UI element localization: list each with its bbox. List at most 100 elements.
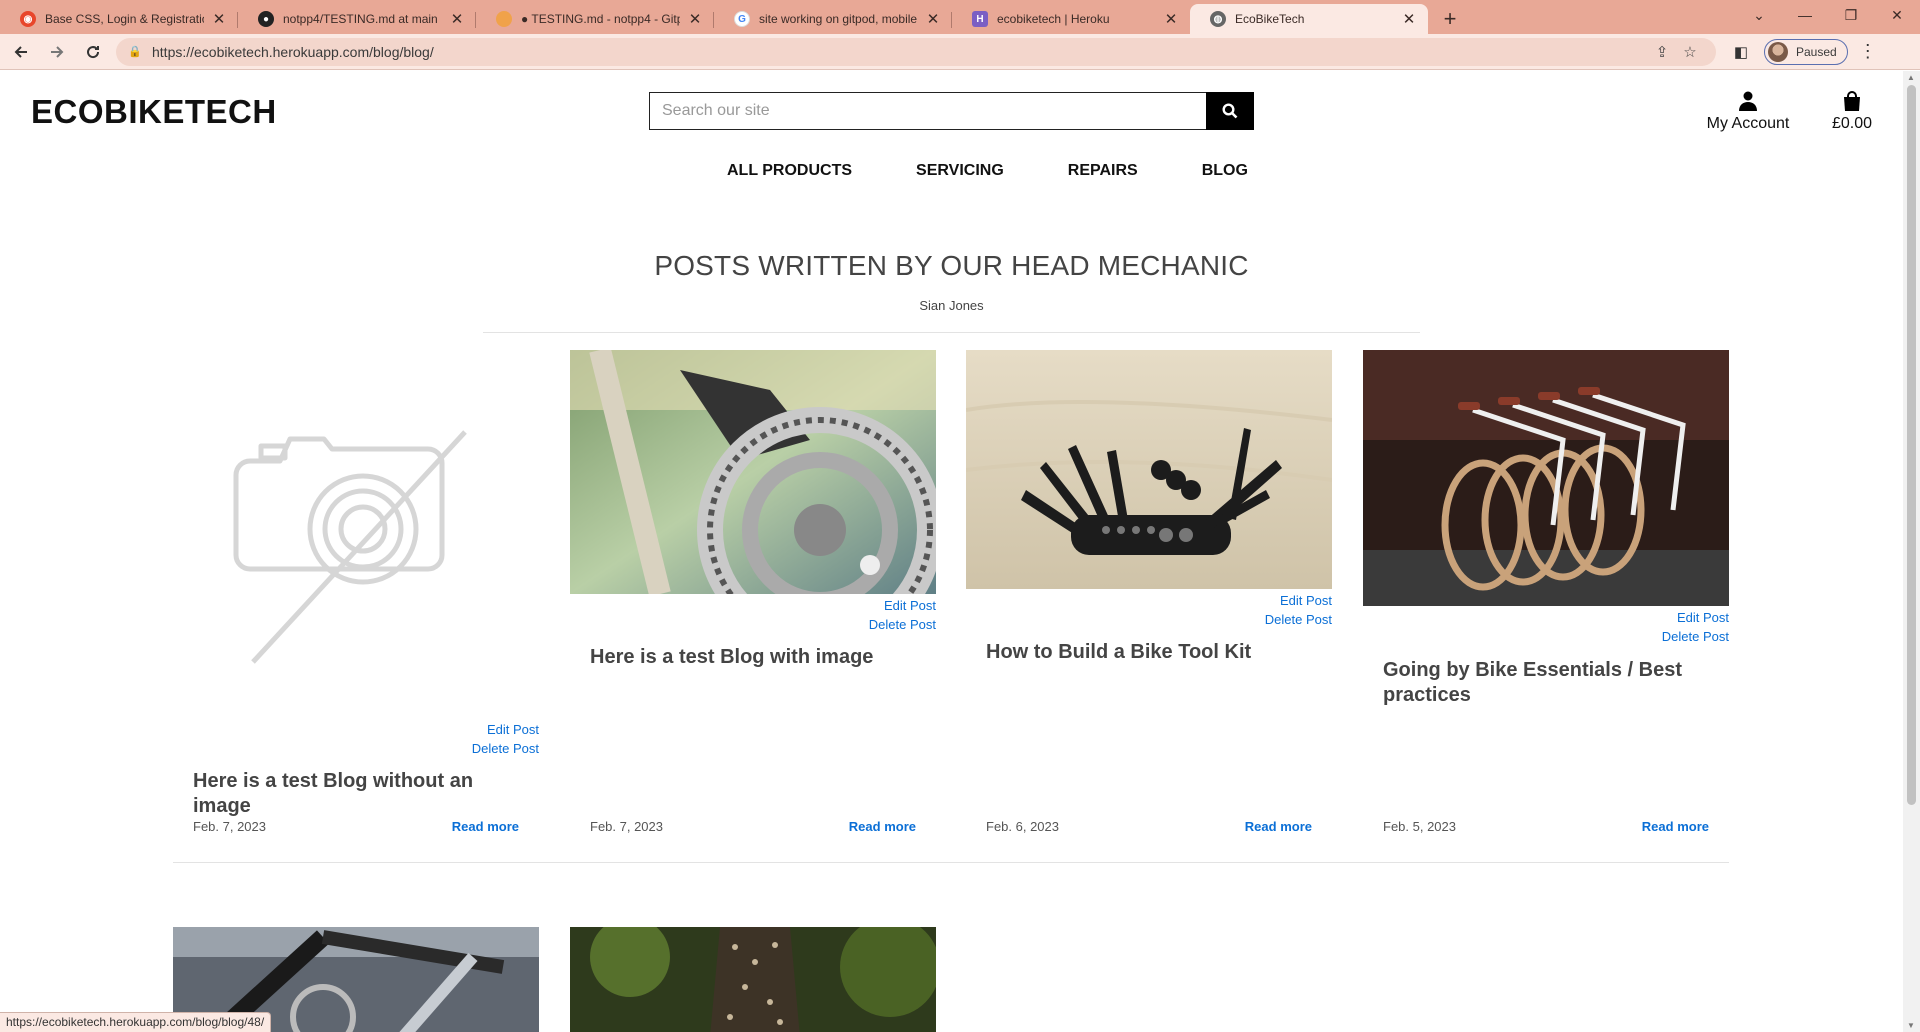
page-viewport: ECOBIKETECH My Account £0.00 ALL PRODUCT…	[0, 71, 1920, 1032]
blog-card: Edit Post Delete Post How to Build a Bik…	[966, 350, 1332, 850]
delete-post-link[interactable]: Delete Post	[1662, 627, 1729, 646]
blog-card	[570, 927, 936, 1032]
address-bar[interactable]: 🔒 https://ecobiketech.herokuapp.com/blog…	[116, 37, 1716, 66]
edit-post-link[interactable]: Edit Post	[1662, 608, 1729, 627]
window-controls: ⌄ — ❐ ✕	[1736, 0, 1920, 30]
search-form	[649, 92, 1254, 130]
post-admin-links: Edit Post Delete Post	[1662, 608, 1729, 646]
close-icon[interactable]: ✕	[686, 10, 704, 28]
search-button[interactable]	[1205, 92, 1254, 130]
scrollbar-thumb[interactable]	[1907, 85, 1916, 805]
lock-icon[interactable]: 🔒	[128, 45, 142, 58]
post-admin-links: Edit Post Delete Post	[472, 720, 539, 758]
close-icon[interactable]: ✕	[924, 10, 942, 28]
github-icon: ●	[258, 11, 274, 27]
read-more-link[interactable]: Read more	[849, 819, 916, 834]
divider	[483, 332, 1420, 333]
page-scrollbar[interactable]: ▲ ▼	[1903, 71, 1920, 1032]
multi-tool-photo[interactable]	[966, 350, 1332, 589]
blog-card: Edit Post Delete Post Here is a test Blo…	[173, 350, 539, 850]
edit-post-link[interactable]: Edit Post	[472, 720, 539, 739]
browser-toolbar: 🔒 https://ecobiketech.herokuapp.com/blog…	[0, 34, 1920, 70]
post-date: Feb. 5, 2023	[1383, 819, 1456, 834]
browser-tab[interactable]: ◉ Base CSS, Login & Registration R ✕	[0, 4, 238, 34]
shopping-bag-icon	[1844, 91, 1860, 111]
nav-blog[interactable]: BLOG	[1170, 161, 1280, 181]
link-status-bar: https://ecobiketech.herokuapp.com/blog/b…	[0, 1012, 272, 1032]
search-icon	[1222, 103, 1238, 119]
nav-servicing[interactable]: SERVICING	[884, 161, 1036, 181]
menu-icon[interactable]: ⋮	[1854, 41, 1882, 62]
forward-button[interactable]	[42, 37, 72, 67]
tab-title: EcoBikeTech	[1235, 12, 1305, 26]
post-title[interactable]: Here is a test Blog without an image	[193, 769, 519, 819]
star-icon[interactable]: ☆	[1676, 43, 1704, 61]
no-image-placeholder	[173, 350, 539, 716]
close-icon[interactable]: ✕	[210, 10, 228, 28]
browser-tab[interactable]: H ecobiketech | Heroku ✕	[952, 4, 1190, 34]
edit-post-link[interactable]: Edit Post	[1265, 591, 1332, 610]
avatar	[1768, 41, 1788, 62]
read-more-link[interactable]: Read more	[452, 819, 519, 834]
gitpod-icon	[496, 11, 512, 27]
search-input[interactable]	[649, 92, 1206, 130]
globe-icon: ◍	[1210, 11, 1226, 27]
post-title[interactable]: Going by Bike Essentials / Best practice…	[1383, 658, 1709, 708]
nav-all-products[interactable]: ALL PRODUCTS	[695, 161, 884, 181]
reload-button[interactable]	[78, 37, 108, 67]
chevron-down-icon[interactable]: ⌄	[1736, 0, 1782, 30]
profile-button[interactable]: Paused	[1764, 38, 1848, 65]
codeinstitute-icon: ◉	[20, 11, 36, 27]
profile-status: Paused	[1796, 44, 1837, 59]
delete-post-link[interactable]: Delete Post	[1265, 610, 1332, 629]
close-icon[interactable]: ✕	[1162, 10, 1180, 28]
browser-tab[interactable]: G site working on gitpod, mobile b ✕	[714, 4, 952, 34]
bag-total: £0.00	[1831, 115, 1873, 132]
delete-post-link[interactable]: Delete Post	[472, 739, 539, 758]
nav-repairs[interactable]: REPAIRS	[1036, 161, 1170, 181]
parked-bikes-photo[interactable]	[1363, 350, 1729, 606]
tab-title: Base CSS, Login & Registration R	[45, 12, 204, 26]
site-logo[interactable]: ECOBIKETECH	[31, 93, 277, 131]
side-panel-icon[interactable]: ◧	[1726, 43, 1756, 61]
scroll-down-icon[interactable]: ▼	[1907, 1021, 1915, 1030]
cyclist-dress-photo[interactable]	[570, 927, 936, 1032]
google-icon: G	[734, 11, 750, 27]
close-icon[interactable]: ✕	[448, 10, 466, 28]
author-name: Sian Jones	[919, 298, 984, 313]
restore-button[interactable]: ❐	[1828, 0, 1874, 30]
tab-title: ecobiketech | Heroku	[997, 12, 1110, 26]
main-navigation: ALL PRODUCTS SERVICING REPAIRS BLOG	[695, 161, 1280, 181]
close-window-button[interactable]: ✕	[1874, 0, 1920, 30]
browser-tab-strip: ◉ Base CSS, Login & Registration R ✕ ● n…	[0, 0, 1920, 34]
tab-title: site working on gitpod, mobile b	[759, 12, 918, 26]
scroll-up-icon[interactable]: ▲	[1907, 73, 1915, 82]
share-icon[interactable]: ⇪	[1648, 43, 1676, 61]
post-date: Feb. 6, 2023	[986, 819, 1059, 834]
heroku-icon: H	[972, 11, 988, 27]
blog-card: Edit Post Delete Post Going by Bike Esse…	[1363, 350, 1729, 850]
delete-post-link[interactable]: Delete Post	[869, 615, 936, 634]
new-tab-button[interactable]: +	[1432, 4, 1468, 34]
read-more-link[interactable]: Read more	[1642, 819, 1709, 834]
camera-off-icon	[233, 430, 467, 664]
shopping-bag-link[interactable]: £0.00	[1820, 87, 1884, 133]
post-title[interactable]: How to Build a Bike Tool Kit	[986, 640, 1312, 665]
read-more-link[interactable]: Read more	[1245, 819, 1312, 834]
bike-chainring-photo[interactable]	[570, 350, 936, 594]
post-admin-links: Edit Post Delete Post	[869, 596, 936, 634]
browser-tab[interactable]: ● TESTING.md - notpp4 - Gitpod ✕	[476, 4, 714, 34]
post-date: Feb. 7, 2023	[193, 819, 266, 834]
page-title: POSTS WRITTEN BY OUR HEAD MECHANIC	[654, 250, 1249, 281]
minimize-button[interactable]: —	[1782, 0, 1828, 30]
browser-tab-active[interactable]: ◍ EcoBikeTech ✕	[1190, 4, 1428, 34]
url-text[interactable]: https://ecobiketech.herokuapp.com/blog/b…	[152, 44, 1648, 60]
browser-tab[interactable]: ● notpp4/TESTING.md at main · ict ✕	[238, 4, 476, 34]
post-title[interactable]: Here is a test Blog with image	[590, 645, 916, 670]
back-button[interactable]	[6, 37, 36, 67]
tab-title: notpp4/TESTING.md at main · ict	[283, 12, 442, 26]
edit-post-link[interactable]: Edit Post	[869, 596, 936, 615]
close-icon[interactable]: ✕	[1400, 10, 1418, 28]
tab-title: ● TESTING.md - notpp4 - Gitpod	[521, 12, 680, 26]
my-account-link[interactable]: My Account	[1693, 87, 1803, 133]
